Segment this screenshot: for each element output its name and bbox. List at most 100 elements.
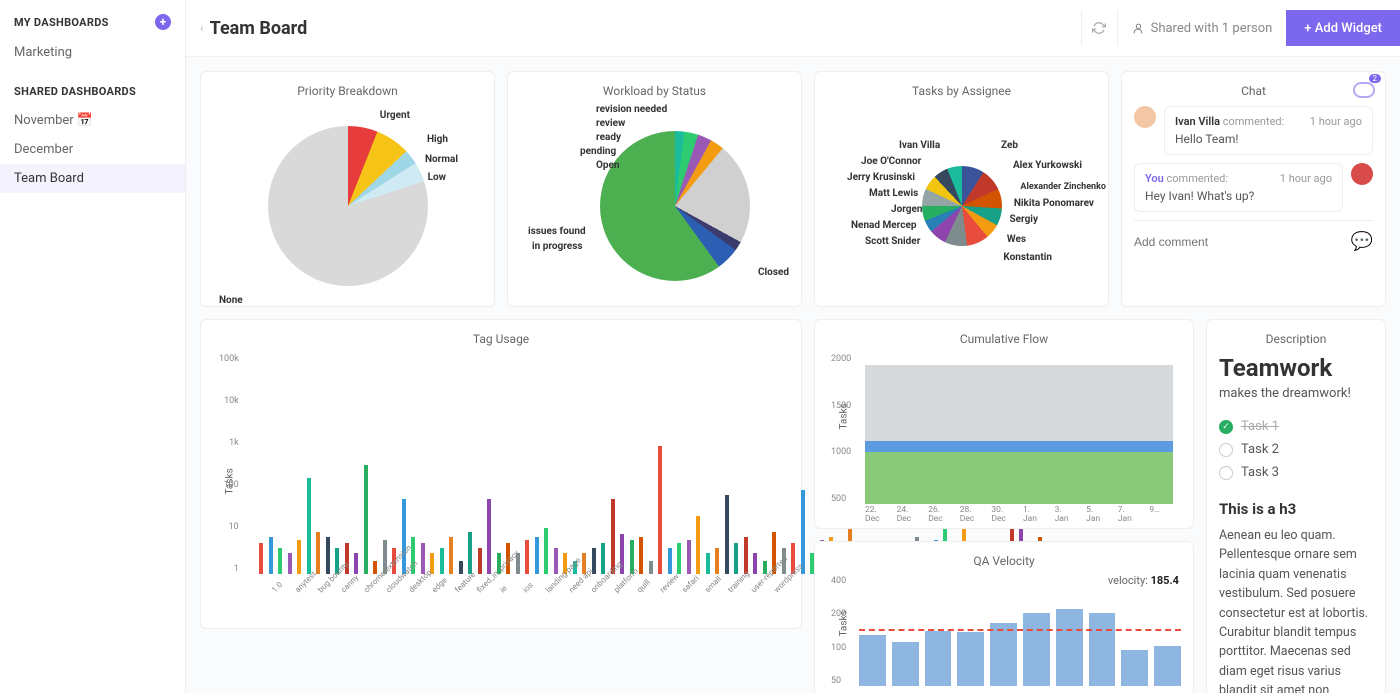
chat-count: 2 xyxy=(1369,74,1382,83)
widget-cumulative-flow[interactable]: Cumulative Flow Tasks 200015001000500 22… xyxy=(814,319,1194,529)
bar xyxy=(675,543,683,574)
sidebar-item[interactable]: Marketing xyxy=(0,38,185,67)
pl: Alex Yurkowski xyxy=(1013,160,1082,171)
content: Priority Breakdown Urgent High Normal Lo… xyxy=(186,57,1400,693)
pie-label-ready: ready xyxy=(596,132,621,143)
x-tick: small xyxy=(690,574,713,624)
bar xyxy=(892,642,919,686)
x-tick: safari xyxy=(667,574,690,624)
widget-title: QA Velocity xyxy=(827,554,1181,568)
chat-body: Hey Ivan! What's up? xyxy=(1145,189,1332,203)
bar xyxy=(352,553,360,574)
chat-body: Hello Team! xyxy=(1175,132,1362,146)
widget-title: Tag Usage xyxy=(213,332,789,346)
x-tick: ie xyxy=(485,574,508,624)
avatar xyxy=(1351,163,1373,185)
x-tick: 7.Jan xyxy=(1118,506,1150,525)
chat-message: You commented: 1 hour ago Hey Ivan! What… xyxy=(1134,163,1343,212)
shared-dashboards-label: SHARED DASHBOARDS xyxy=(14,85,136,98)
bar xyxy=(723,495,731,574)
sidebar-item[interactable]: December xyxy=(0,135,185,164)
tag-bars: 100k10k1k100101 xyxy=(249,354,789,574)
shared-with-button[interactable]: Shared with 1 person xyxy=(1117,10,1287,46)
add-widget-button[interactable]: + Add Widget xyxy=(1286,10,1400,46)
bar xyxy=(859,635,886,686)
x-tick: 9… xyxy=(1149,506,1181,525)
bar xyxy=(305,478,313,574)
bar xyxy=(990,623,1017,686)
widget-title: Description xyxy=(1219,332,1373,346)
task-item[interactable]: ✓ Task 1 xyxy=(1219,415,1373,438)
pie-label-high: High xyxy=(427,134,448,145)
area-chart: 200015001000500 xyxy=(865,354,1173,504)
person-icon xyxy=(1132,22,1145,35)
topbar: ‹ Team Board Shared with 1 person + Add … xyxy=(186,0,1400,57)
chat-action: commented: xyxy=(1223,115,1285,128)
check-done-icon: ✓ xyxy=(1219,420,1233,434)
widget-description[interactable]: Description Teamwork makes the dreamwork… xyxy=(1206,319,1386,693)
avatar xyxy=(1134,106,1156,128)
task-label: Task 1 xyxy=(1241,419,1279,434)
pie-label-urgent: Urgent xyxy=(380,110,410,121)
sidebar-item[interactable]: November 📅 xyxy=(0,106,185,135)
widget-chat[interactable]: Chat 2 Ivan Villa commented: 1 hour ago xyxy=(1121,71,1386,307)
pl: Konstantin xyxy=(1003,252,1052,263)
pl: Sergiy xyxy=(1009,214,1038,225)
chat-bubble-icon xyxy=(1353,82,1375,98)
pl: Zeb xyxy=(1001,140,1018,151)
bar xyxy=(704,553,712,574)
x-tick: need api xyxy=(553,574,576,624)
chat-time: 1 hour ago xyxy=(1280,172,1332,185)
pl: Joe O'Connor xyxy=(861,156,921,167)
widget-workload[interactable]: Workload by Status revision needed revie… xyxy=(507,71,802,307)
x-tick: 22.Dec xyxy=(865,506,897,525)
bar xyxy=(1121,650,1148,686)
bar xyxy=(751,553,759,574)
desc-h3: This is a h3 xyxy=(1219,500,1373,518)
chat-input[interactable] xyxy=(1134,235,1351,249)
bar xyxy=(324,537,332,574)
pl: Wes xyxy=(1007,234,1026,245)
sidebar-item[interactable]: Team Board xyxy=(0,164,185,193)
x-tick: anytest xyxy=(280,574,303,624)
pie-label-progress: in progress xyxy=(532,241,582,252)
widget-tag-usage[interactable]: Tag Usage Tasks 100k10k1k100101 1.0anyte… xyxy=(200,319,802,629)
bar xyxy=(742,537,750,574)
refresh-icon xyxy=(1092,21,1106,35)
x-tick: wordpress xyxy=(758,574,781,624)
bar xyxy=(485,499,493,574)
bar xyxy=(400,499,408,574)
widget-priority[interactable]: Priority Breakdown Urgent High Normal Lo… xyxy=(200,71,495,307)
pl: Ivan Villa xyxy=(899,140,940,151)
sidebar: MY DASHBOARDS + Marketing SHARED DASHBOA… xyxy=(0,0,186,693)
bar xyxy=(1023,613,1050,686)
chat-action: commented: xyxy=(1167,172,1229,185)
x-tick: 30.Dec xyxy=(991,506,1023,525)
pl: Jerry Krusinski xyxy=(847,172,915,183)
bar xyxy=(276,548,284,574)
x-tick: edge xyxy=(416,574,439,624)
bar xyxy=(799,490,807,574)
widget-qa-velocity[interactable]: QA Velocity velocity: 185.4 Tasks 400200… xyxy=(814,541,1194,693)
task-item[interactable]: Task 2 xyxy=(1219,438,1373,461)
bar xyxy=(1089,613,1116,686)
pl: Nenad Mercep xyxy=(851,220,917,231)
task-item[interactable]: Task 3 xyxy=(1219,461,1373,484)
shared-with-label: Shared with 1 person xyxy=(1151,21,1273,36)
x-tick: 28.Dec xyxy=(960,506,992,525)
bar xyxy=(286,553,294,574)
widget-assignee[interactable]: Tasks by Assignee Ivan Villa Joe O'Conno… xyxy=(814,71,1109,307)
x-tick: chrome extension xyxy=(348,574,371,624)
priority-pie: Urgent High Normal Low None xyxy=(213,106,482,306)
add-dashboard-button[interactable]: + xyxy=(155,14,171,30)
widget-title: Priority Breakdown xyxy=(213,84,482,98)
back-chevron-icon[interactable]: ‹ xyxy=(200,21,204,35)
pl: Alexander Zinchenko xyxy=(1020,182,1106,192)
bar xyxy=(656,446,664,574)
x-tick: landing page xyxy=(530,574,553,624)
chat-badge: 2 xyxy=(1353,82,1375,98)
my-dashboards-label: MY DASHBOARDS xyxy=(14,16,109,29)
refresh-button[interactable] xyxy=(1081,10,1117,46)
send-icon[interactable]: 💬 xyxy=(1351,231,1373,252)
bar xyxy=(523,540,531,574)
